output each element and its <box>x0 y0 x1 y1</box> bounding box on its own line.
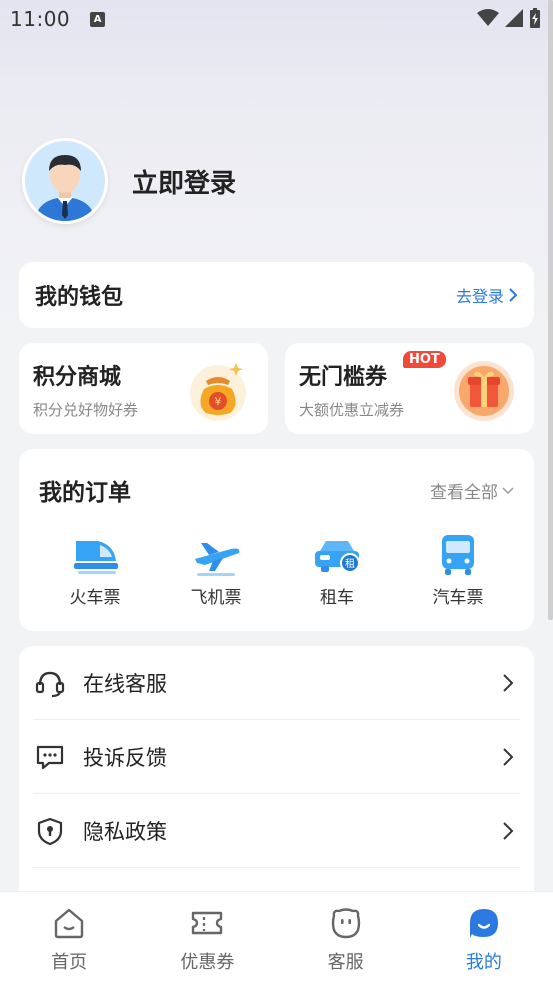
view-all-orders-link[interactable]: 查看全部 <box>430 478 514 503</box>
orders-title: 我的订单 <box>39 480 131 506</box>
tab-coupons[interactable]: 优惠券 <box>138 892 276 984</box>
bus-icon <box>442 535 474 575</box>
view-all-label: 查看全部 <box>430 482 498 503</box>
order-label: 飞机票 <box>190 588 242 608</box>
order-car-rental[interactable]: 租 租车 <box>291 533 383 608</box>
svg-text:¥: ¥ <box>215 395 222 408</box>
shield-icon <box>37 817 63 845</box>
order-label: 火车票 <box>69 588 121 608</box>
signal-icon <box>505 9 523 27</box>
notification-icon: A <box>90 11 106 27</box>
wallet-title: 我的钱包 <box>35 285 124 310</box>
points-mall-card[interactable]: 积分商城 积分兑好物好券 ¥ <box>19 343 268 434</box>
profile-header[interactable]: 立即登录 <box>22 138 236 224</box>
chevron-right-icon <box>509 288 518 302</box>
svg-text:租: 租 <box>345 557 355 570</box>
train-icon <box>74 541 118 574</box>
menu-item-feedback[interactable]: 投诉反馈 <box>33 720 520 794</box>
service-face-icon <box>331 908 360 939</box>
order-label: 汽车票 <box>432 588 484 608</box>
home-icon <box>54 908 84 939</box>
gift-box-icon <box>454 361 514 421</box>
hot-badge: HOT <box>403 351 446 368</box>
menu-item-privacy-policy[interactable]: 隐私政策 <box>33 794 520 868</box>
tab-label: 首页 <box>51 952 88 973</box>
chevron-right-icon <box>503 747 514 766</box>
tab-label: 我的 <box>465 952 502 973</box>
tab-service[interactable]: 客服 <box>277 892 415 984</box>
status-bar: 11:00 A <box>0 0 553 38</box>
profile-face-icon <box>469 909 498 938</box>
menu-label: 在线客服 <box>83 671 167 696</box>
plane-icon <box>195 543 240 576</box>
avatar[interactable] <box>22 138 108 224</box>
tab-label: 客服 <box>327 952 364 973</box>
wallet-login-label: 去登录 <box>455 287 504 306</box>
chevron-down-icon <box>502 487 514 495</box>
chevron-right-icon <box>503 821 514 840</box>
orders-header: 我的订单 查看全部 <box>39 473 514 507</box>
tab-label: 优惠券 <box>180 952 235 973</box>
no-threshold-coupon-card[interactable]: 无门槛券 大额优惠立减券 HOT <box>285 343 534 434</box>
money-bag-icon: ¥ <box>190 363 246 421</box>
menu-label: 隐私政策 <box>83 819 167 844</box>
menu-item-online-service[interactable]: 在线客服 <box>33 646 520 720</box>
orders-grid: 火车票 飞机票 租 租车 汽车票 <box>39 533 514 608</box>
battery-icon <box>530 8 540 28</box>
avatar-person-icon <box>25 141 105 221</box>
order-flight[interactable]: 飞机票 <box>170 533 262 608</box>
order-bus[interactable]: 汽车票 <box>412 533 504 608</box>
menu-label: 投诉反馈 <box>83 745 167 770</box>
bottom-tab-bar: 首页 优惠券 客服 我的 <box>0 891 553 984</box>
status-time: 11:00 <box>10 7 71 31</box>
order-label: 租车 <box>320 588 354 608</box>
scrollbar[interactable] <box>548 0 553 620</box>
tab-mine[interactable]: 我的 <box>415 892 553 984</box>
wifi-icon <box>477 9 499 26</box>
tab-home[interactable]: 首页 <box>0 892 138 984</box>
wallet-card[interactable]: 我的钱包 去登录 <box>19 262 534 328</box>
status-indicators <box>477 8 541 28</box>
order-train[interactable]: 火车票 <box>49 533 141 608</box>
feedback-chat-icon <box>36 745 64 769</box>
rental-car-icon: 租 <box>315 541 360 573</box>
orders-card: 我的订单 查看全部 火车票 飞机票 租 租车 汽车票 <box>19 449 534 631</box>
chevron-right-icon <box>503 673 514 692</box>
ticket-icon <box>192 911 223 935</box>
headset-icon <box>35 671 65 697</box>
login-button[interactable]: 立即登录 <box>132 163 236 200</box>
wallet-login-link[interactable]: 去登录 <box>456 283 518 307</box>
